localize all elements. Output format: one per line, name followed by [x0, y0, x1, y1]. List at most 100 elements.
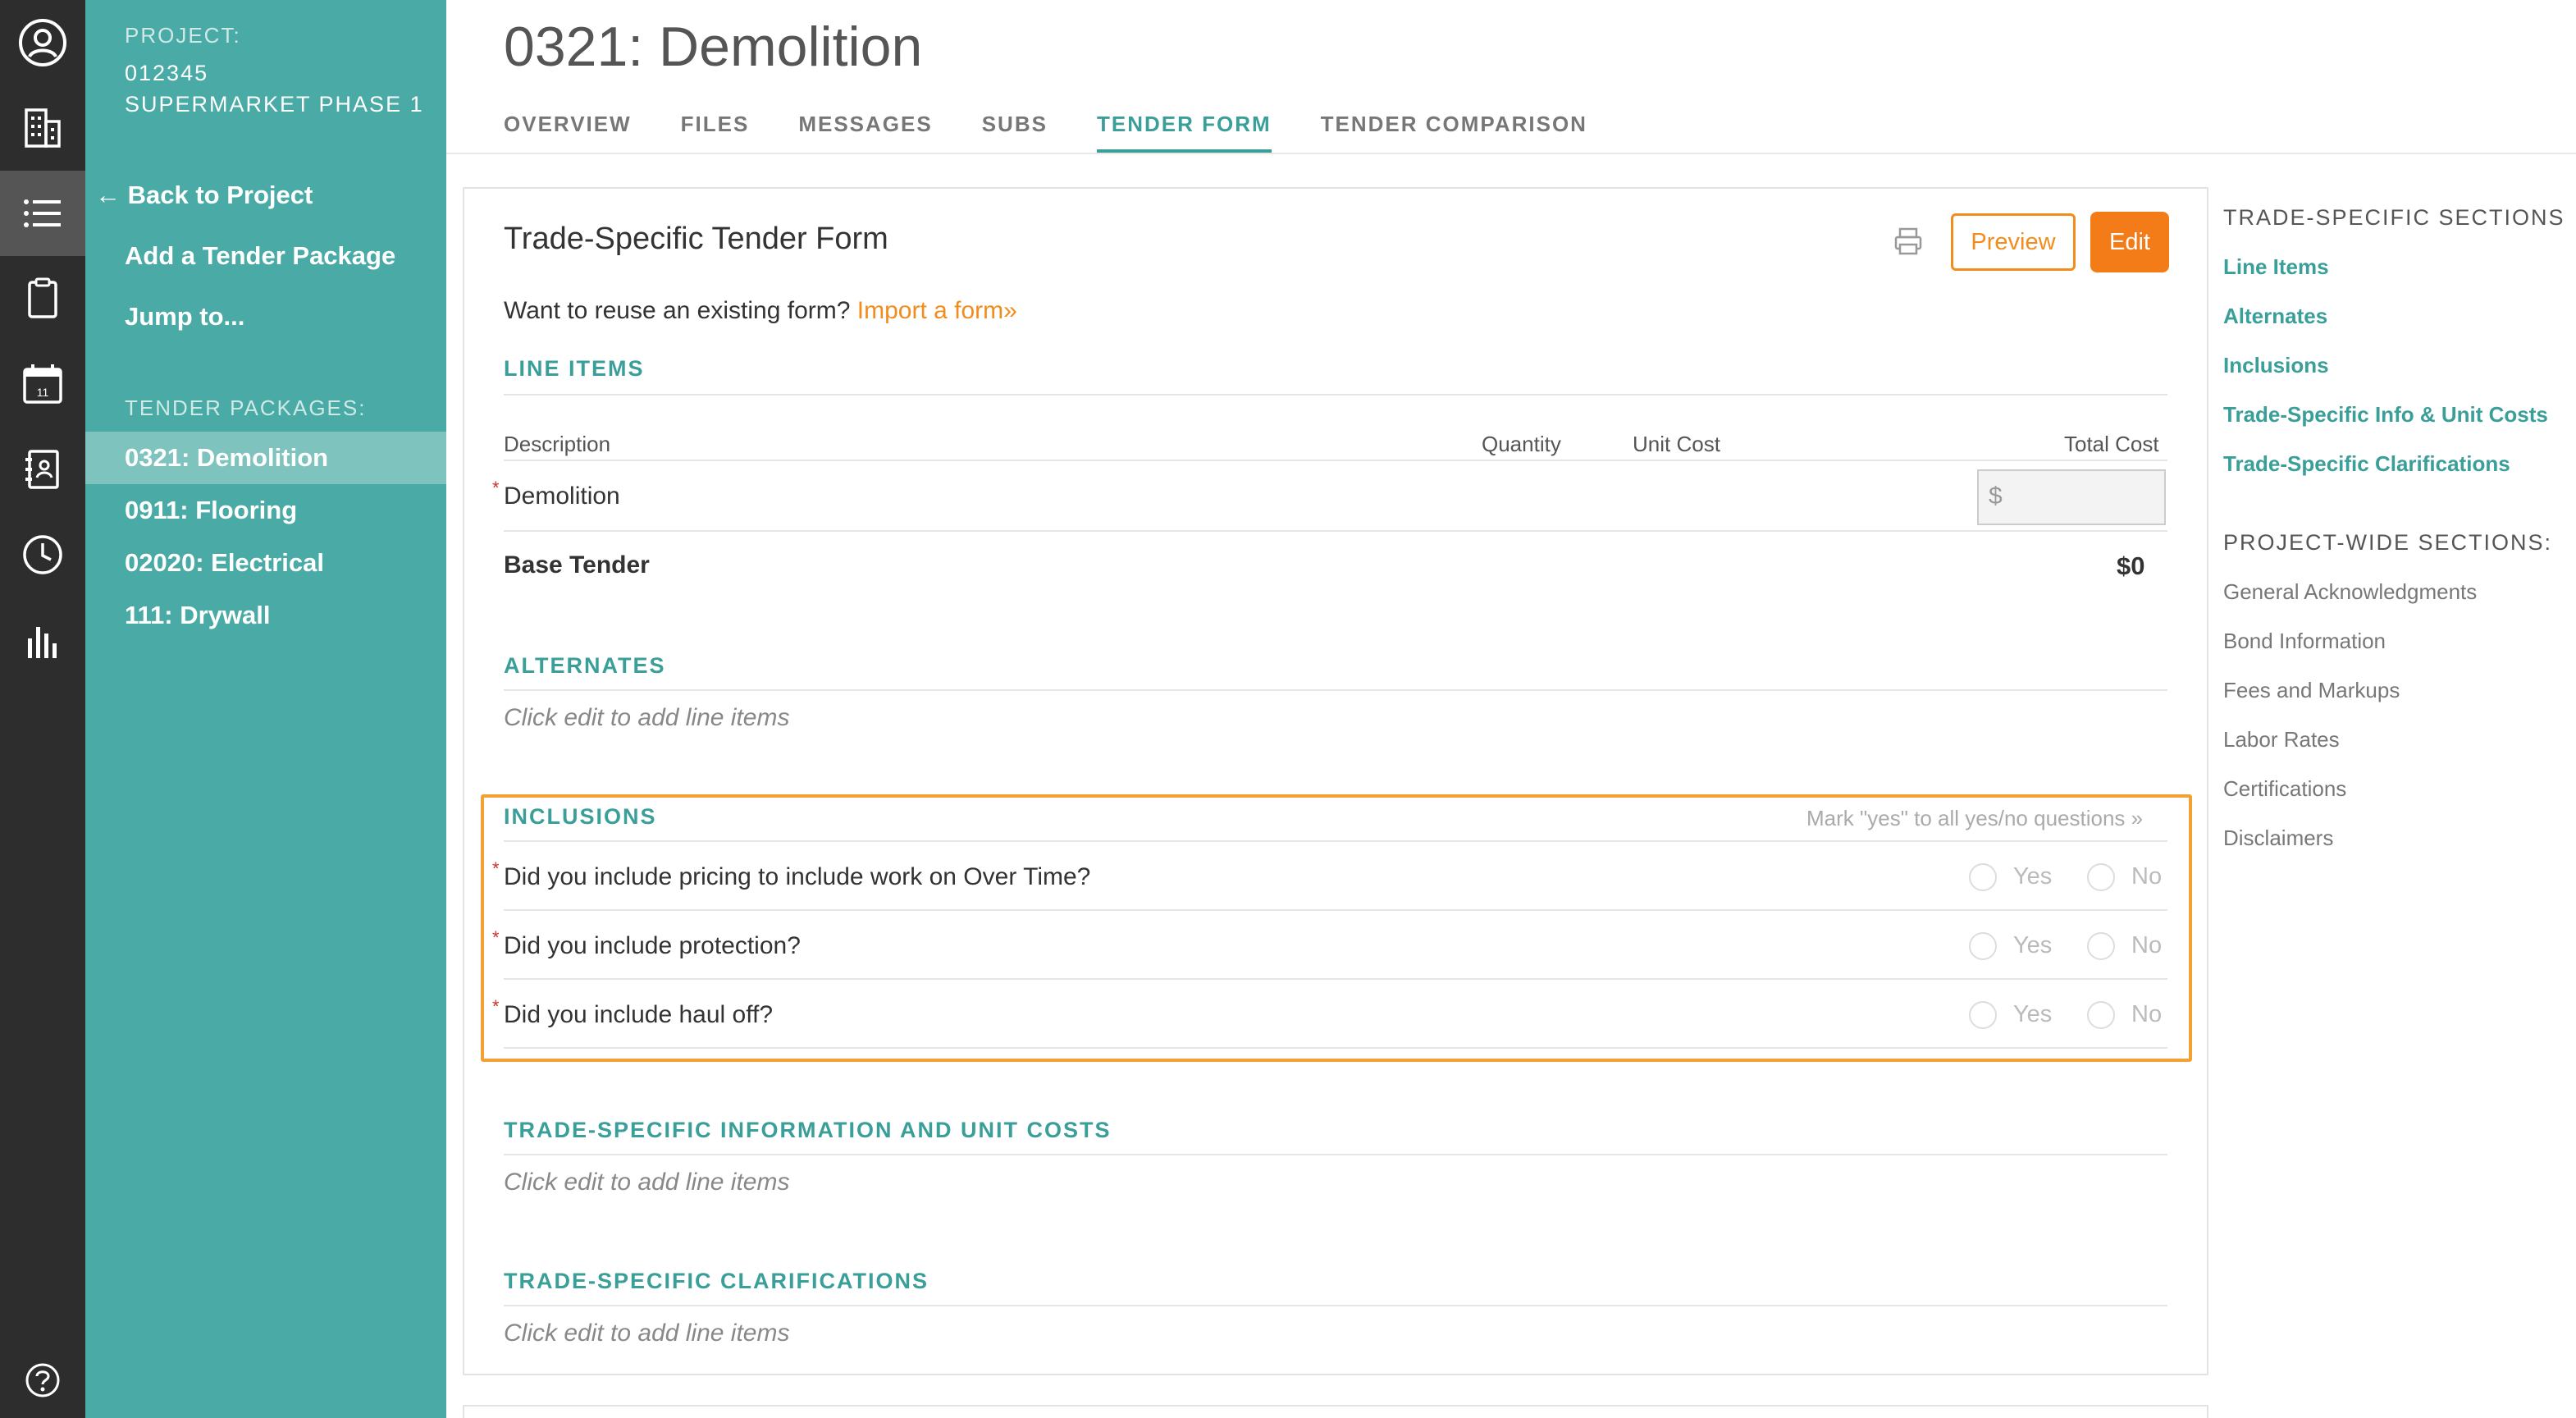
tender-packages-label: TENDER PACKAGES: — [125, 396, 367, 420]
alternates-empty: Click edit to add line items — [504, 704, 790, 731]
nav-bond-information[interactable]: Bond Information — [2223, 629, 2386, 654]
nav-alternates[interactable]: Alternates — [2223, 304, 2327, 329]
question-rule — [504, 1047, 2167, 1049]
project-sidebar: PROJECT: 012345 SUPERMARKET PHASE 1 ← Ba… — [85, 0, 446, 1418]
print-icon[interactable] — [1892, 225, 1925, 258]
form-title: Trade-Specific Tender Form — [504, 222, 888, 256]
no-label: No — [2131, 932, 2163, 958]
page-title: 0321: Demolition — [504, 16, 923, 78]
line-items-heading: LINE ITEMS — [504, 356, 645, 381]
nav-fees-and-markups[interactable]: Fees and Markups — [2223, 678, 2400, 703]
bar-chart-icon[interactable] — [0, 597, 85, 683]
yes-label: Yes — [2013, 1001, 2053, 1027]
col-quantity: Quantity — [1482, 432, 1561, 456]
mark-all-yes-link[interactable]: Mark "yes" to all yes/no questions » — [1806, 806, 2143, 831]
total-cost-input[interactable]: $ — [1977, 469, 2166, 525]
yes-radio[interactable] — [1969, 863, 1997, 891]
reuse-text: Want to reuse an existing form? — [504, 297, 851, 324]
tab-subs[interactable]: SUBS — [982, 112, 1048, 154]
clarifications-heading: TRADE-SPECIFIC CLARIFICATIONS — [504, 1269, 929, 1293]
import-form-link[interactable]: Import a form» — [857, 297, 1017, 324]
row-rule — [504, 530, 2167, 532]
yes-label: Yes — [2013, 932, 2053, 958]
header-divider — [446, 153, 2576, 154]
no-label: No — [2131, 1001, 2163, 1027]
table-header-rule — [504, 460, 2167, 461]
list-icon[interactable] — [0, 171, 85, 256]
nav-certifications[interactable]: Certifications — [2223, 776, 2346, 802]
nav-line-items[interactable]: Line Items — [2223, 254, 2329, 280]
no-radio[interactable] — [2087, 932, 2115, 960]
help-icon[interactable] — [0, 1343, 85, 1418]
alternates-heading: ALTERNATES — [504, 653, 666, 678]
package-item-drywall[interactable]: 111: Drywall — [85, 589, 446, 642]
required-marker: * — [492, 996, 500, 1017]
nav-trade-clarifications[interactable]: Trade-Specific Clarifications — [2223, 451, 2510, 477]
col-total-cost: Total Cost — [2064, 432, 2159, 456]
no-label: No — [2131, 863, 2163, 890]
col-unit-cost: Unit Cost — [1633, 432, 1720, 456]
base-tender-total: $0 — [2117, 551, 2145, 580]
no-radio[interactable] — [2087, 1001, 2115, 1029]
calendar-icon[interactable]: 11 — [0, 341, 85, 427]
yes-radio[interactable] — [1969, 932, 1997, 960]
jump-to-link[interactable]: Jump to... — [125, 302, 244, 332]
tab-messages[interactable]: MESSAGES — [798, 112, 932, 154]
required-marker: * — [492, 858, 500, 879]
calendar-day: 11 — [37, 386, 49, 399]
inclusion-question: Did you include protection? — [504, 932, 801, 959]
clipboard-icon[interactable] — [0, 256, 85, 341]
nav-trade-info[interactable]: Trade-Specific Info & Unit Costs — [2223, 402, 2548, 428]
nav-disclaimers[interactable]: Disclaimers — [2223, 826, 2333, 851]
clock-icon[interactable] — [0, 512, 85, 597]
trade-info-empty: Click edit to add line items — [504, 1169, 790, 1196]
question-rule — [504, 978, 2167, 980]
edit-button[interactable]: Edit — [2090, 212, 2169, 272]
project-number: 012345 — [125, 61, 209, 85]
trade-sections-heading: TRADE-SPECIFIC SECTIONS — [2223, 205, 2565, 230]
trade-info-heading: TRADE-SPECIFIC INFORMATION AND UNIT COST… — [504, 1118, 1112, 1142]
building-icon[interactable] — [0, 85, 85, 171]
tab-tender-form[interactable]: TENDER FORM — [1096, 112, 1272, 154]
tab-bar: OVERVIEW FILES MESSAGES SUBS TENDER FORM… — [504, 112, 1637, 154]
line-items-rule — [504, 394, 2167, 396]
package-item-flooring[interactable]: 0911: Flooring — [85, 484, 446, 537]
yes-label: Yes — [2013, 863, 2053, 890]
inclusions-heading: INCLUSIONS — [504, 804, 657, 829]
alternates-rule — [504, 689, 2167, 691]
project-sections-heading: PROJECT-WIDE SECTIONS: — [2223, 530, 2553, 555]
user-icon[interactable] — [0, 0, 85, 85]
nav-labor-rates[interactable]: Labor Rates — [2223, 727, 2340, 752]
inclusions-rule — [504, 840, 2167, 842]
tender-form-card — [463, 187, 2208, 1375]
project-label: PROJECT: — [125, 23, 241, 48]
clarifications-empty: Click edit to add line items — [504, 1320, 790, 1347]
package-item-demolition[interactable]: 0321: Demolition — [85, 432, 446, 484]
next-card-edge — [463, 1405, 2208, 1418]
required-marker: * — [492, 478, 500, 498]
col-description: Description — [504, 432, 611, 456]
preview-button[interactable]: Preview — [1951, 213, 2076, 271]
tab-tender-comparison[interactable]: TENDER COMPARISON — [1321, 112, 1587, 154]
tab-files[interactable]: FILES — [681, 112, 750, 154]
nav-general-acknowledgments[interactable]: General Acknowledgments — [2223, 579, 2477, 605]
tab-overview[interactable]: OVERVIEW — [504, 112, 632, 154]
required-marker: * — [492, 927, 500, 948]
line-item-description: Demolition — [504, 483, 620, 510]
yes-radio[interactable] — [1969, 1001, 1997, 1029]
nav-inclusions[interactable]: Inclusions — [2223, 353, 2329, 378]
package-item-electrical[interactable]: 02020: Electrical — [85, 537, 446, 589]
base-tender-label: Base Tender — [504, 551, 650, 579]
no-radio[interactable] — [2087, 863, 2115, 891]
clarifications-rule — [504, 1305, 2167, 1306]
reuse-form-prompt: Want to reuse an existing form? Import a… — [504, 297, 1017, 325]
add-tender-package-link[interactable]: Add a Tender Package — [125, 241, 395, 271]
address-book-icon[interactable] — [0, 427, 85, 512]
icon-rail: 11 — [0, 0, 85, 1418]
project-name: SUPERMARKET PHASE 1 — [125, 92, 424, 117]
question-rule — [504, 909, 2167, 911]
inclusion-question: Did you include pricing to include work … — [504, 863, 1091, 890]
back-to-project-link[interactable]: ← Back to Project — [95, 181, 313, 210]
trade-info-rule — [504, 1154, 2167, 1155]
inclusion-question: Did you include haul off? — [504, 1001, 774, 1028]
